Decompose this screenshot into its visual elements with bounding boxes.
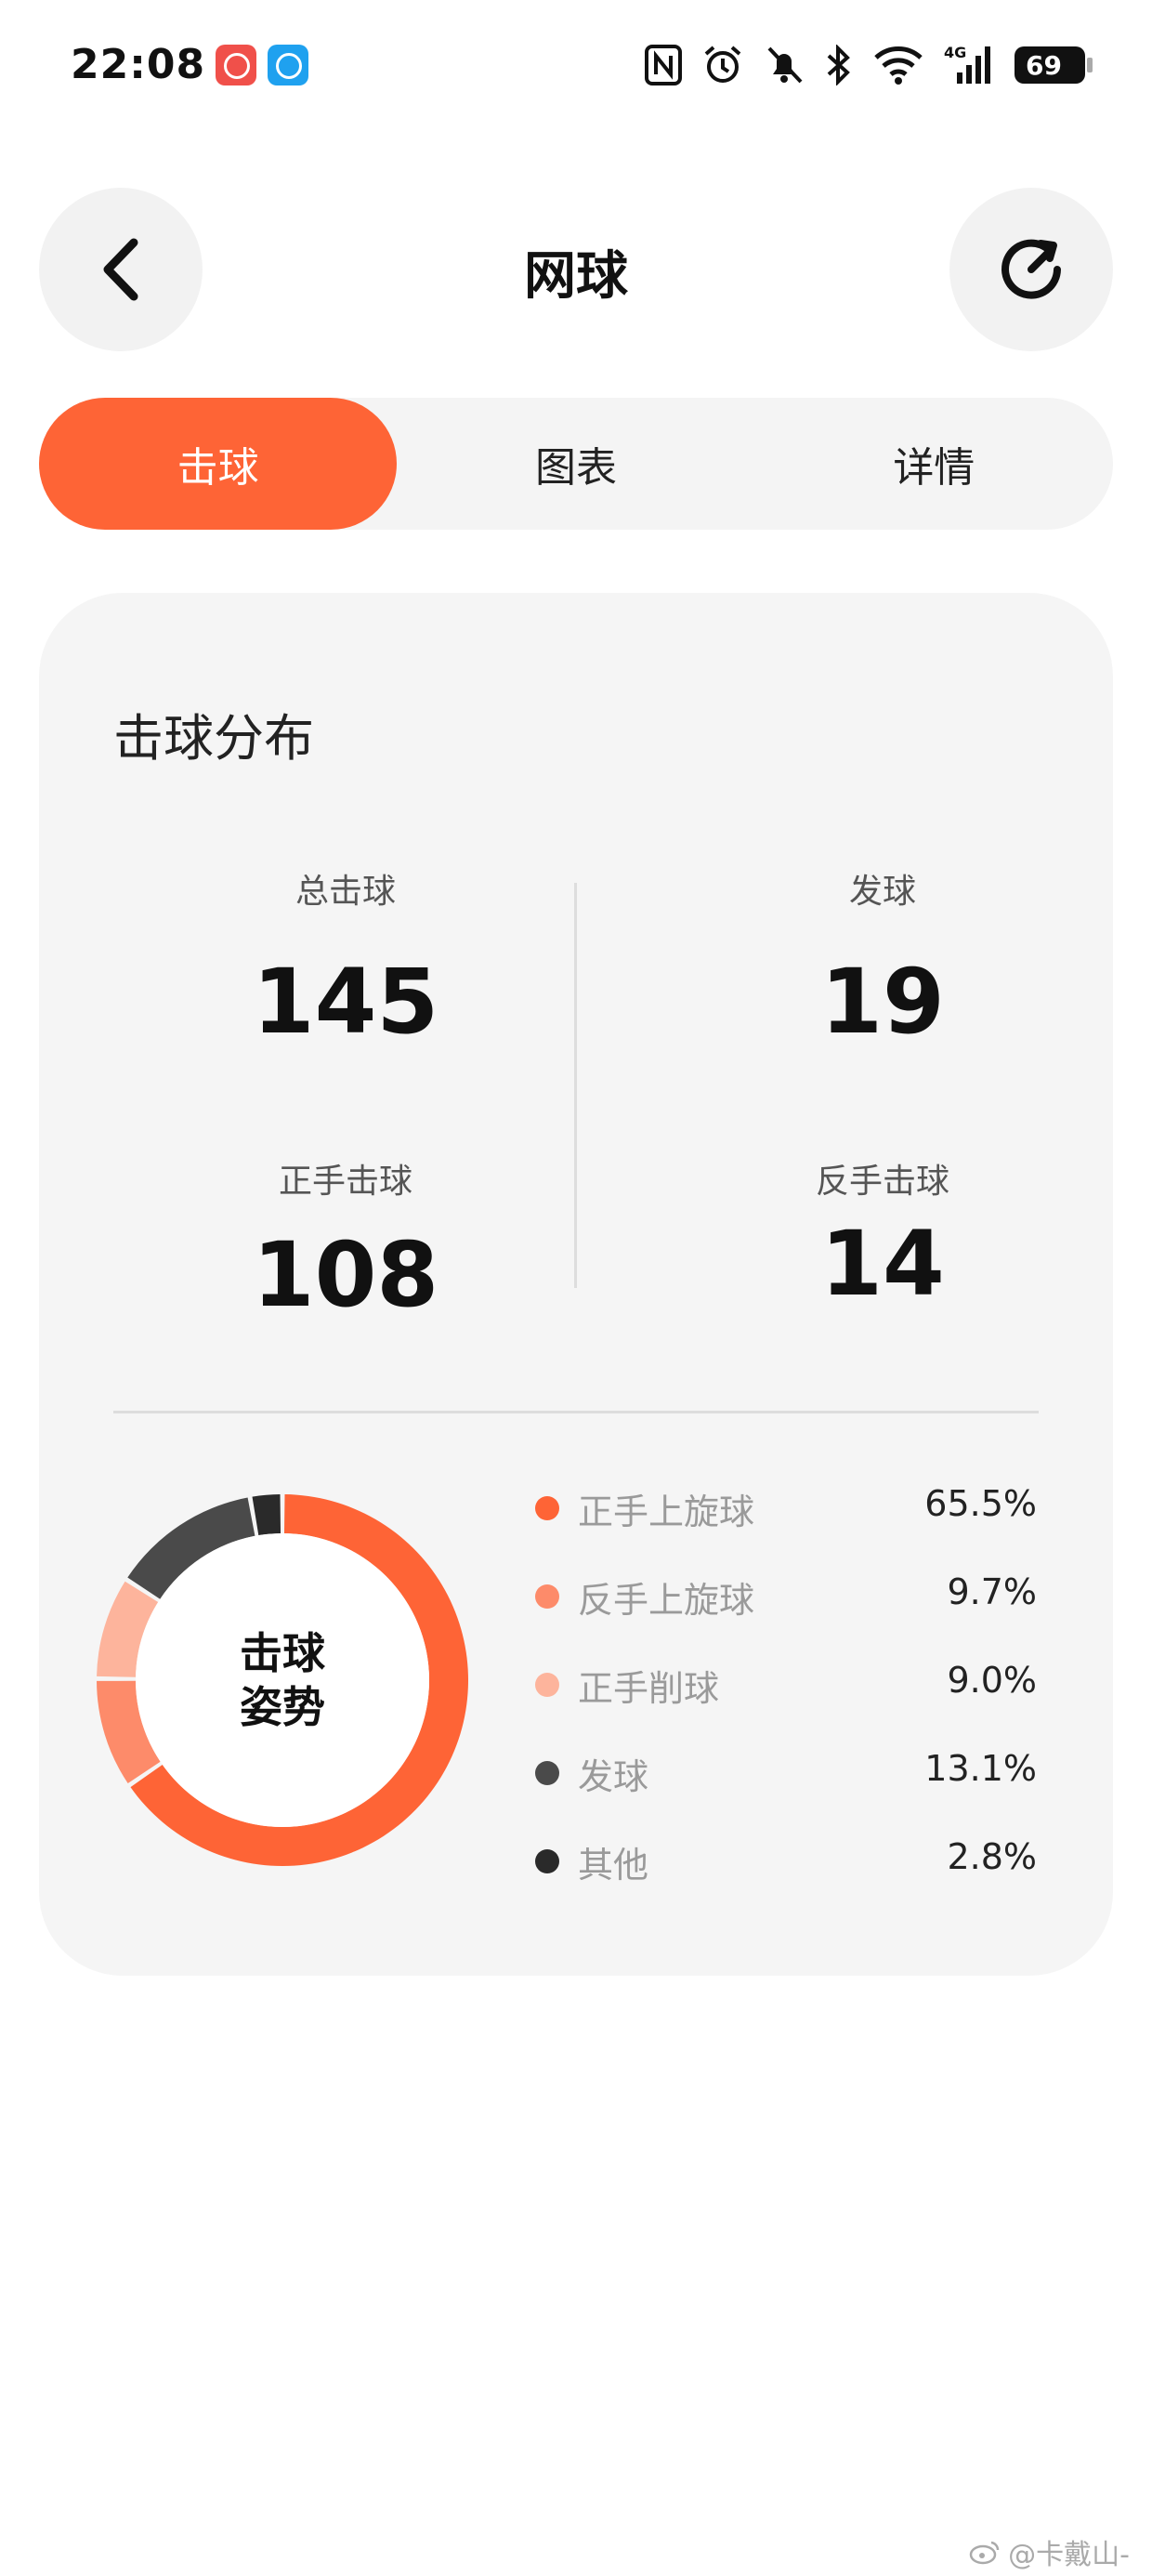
legend-swatch	[535, 1584, 559, 1609]
stroke-distribution-card: 击球分布 总击球 145 发球 19 正手击球 108 反手击球 14 击球 姿…	[39, 593, 1113, 1976]
notification-app-icon	[268, 45, 308, 85]
legend-swatch	[535, 1849, 559, 1873]
stat-backhand: 反手击球 14	[697, 1154, 1068, 1316]
stat-serves: 发球 19	[697, 864, 1068, 1054]
alarm-icon	[704, 46, 741, 83]
legend-percent: 2.8%	[947, 1836, 1037, 1877]
refresh-icon	[1001, 239, 1061, 299]
stat-forehand: 正手击球 108	[160, 1154, 531, 1327]
stat-label: 正手击球	[278, 1163, 412, 1201]
tab-bar: 击球 图表 详情	[39, 398, 1113, 530]
legend-swatch	[535, 1496, 559, 1520]
notification-app-icon	[216, 45, 256, 85]
donut-center-line: 姿势	[240, 1682, 325, 1732]
vertical-divider	[574, 883, 577, 1288]
donut-center-label: 击球 姿势	[97, 1626, 468, 1734]
legend-swatch	[535, 1673, 559, 1697]
battery-level: 69	[1026, 50, 1062, 81]
legend-item: 其他 2.8%	[535, 1831, 1037, 1919]
stat-label: 发球	[848, 873, 916, 911]
donut-legend: 正手上旋球 65.5% 反手上旋球 9.7% 正手削球 9.0% 发球 13.1% 其他 2.8%	[535, 1478, 1037, 1919]
battery-icon: 69	[1015, 46, 1093, 84]
legend-item: 正手上旋球 65.5%	[535, 1478, 1037, 1566]
status-time: 22:08	[71, 41, 206, 88]
legend-label: 其他	[578, 1845, 649, 1886]
mute-icon	[767, 46, 803, 84]
tab-charts[interactable]: 图表	[397, 398, 754, 530]
donut-slice	[252, 1494, 281, 1536]
legend-label: 正手上旋球	[578, 1492, 755, 1532]
svg-text:4G: 4G	[944, 45, 966, 61]
refresh-button[interactable]	[949, 188, 1113, 351]
legend-item: 正手削球 9.0%	[535, 1654, 1037, 1742]
stat-value: 14	[820, 1212, 945, 1316]
stat-value: 19	[820, 950, 945, 1054]
horizontal-divider	[113, 1411, 1039, 1413]
legend-swatch	[535, 1761, 559, 1785]
system-icons: 4G 69	[645, 43, 1093, 87]
nfc-icon	[645, 45, 682, 85]
legend-label: 发球	[578, 1756, 649, 1797]
stat-label: 反手击球	[815, 1163, 949, 1201]
wifi-icon	[874, 46, 923, 85]
legend-percent: 9.7%	[947, 1571, 1037, 1612]
tab-strokes[interactable]: 击球	[39, 398, 398, 530]
legend-percent: 9.0%	[947, 1660, 1037, 1701]
stat-total-strokes: 总击球 145	[160, 864, 531, 1054]
watermark-text: @卡戴山-	[1008, 2539, 1130, 2571]
donut-center-line: 击球	[240, 1628, 325, 1678]
legend-label: 反手上旋球	[578, 1580, 755, 1621]
legend-item: 发球 13.1%	[535, 1742, 1037, 1831]
legend-percent: 65.5%	[924, 1483, 1037, 1524]
legend-item: 反手上旋球 9.7%	[535, 1566, 1037, 1654]
signal-4g-icon: 4G	[944, 45, 990, 84]
card-title: 击球分布	[113, 709, 314, 768]
bluetooth-icon	[827, 45, 850, 85]
status-bar: 22:08 4G 69	[0, 0, 1152, 130]
stat-value: 145	[252, 950, 439, 1054]
watermark: @卡戴山-	[969, 2531, 1130, 2572]
stat-label: 总击球	[295, 873, 396, 911]
tab-details[interactable]: 详情	[755, 398, 1113, 530]
legend-label: 正手削球	[578, 1668, 720, 1709]
legend-percent: 13.1%	[924, 1748, 1037, 1789]
weibo-icon	[969, 2541, 1000, 2565]
stat-value: 108	[252, 1223, 439, 1327]
